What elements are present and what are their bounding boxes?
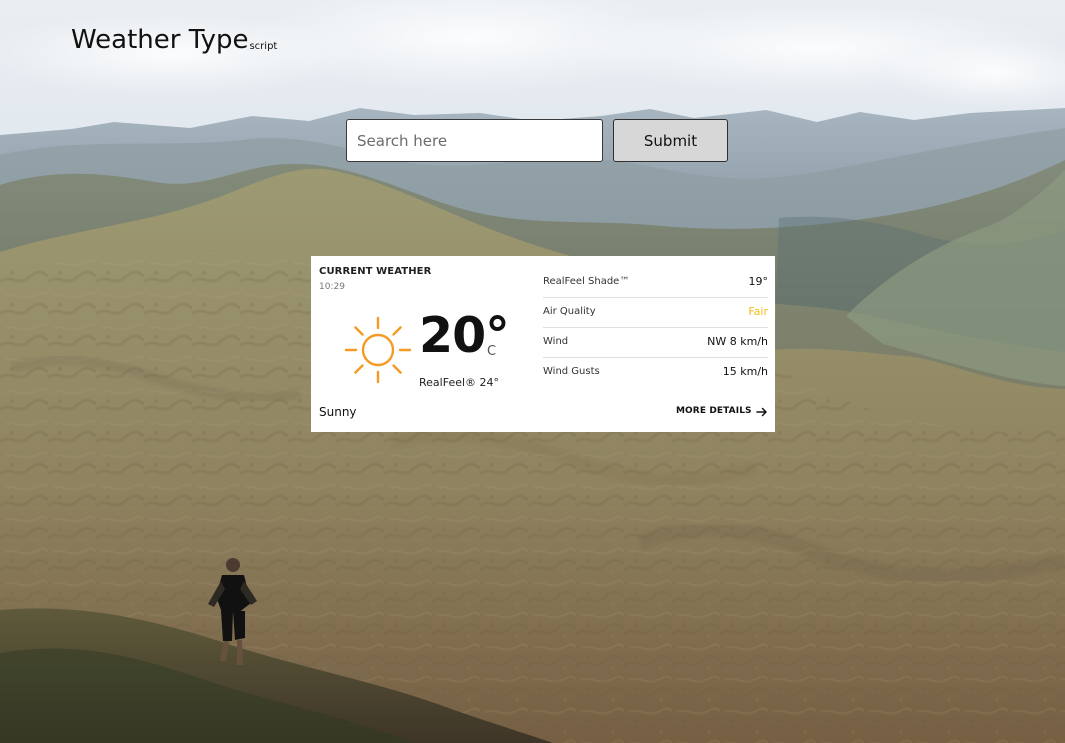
app-title-suffix: script — [249, 41, 278, 52]
detail-label: RealFeel Shade™ — [543, 276, 630, 287]
more-details-link[interactable]: MORE DETAILS — [676, 404, 768, 420]
detail-value: 15 km/h — [722, 365, 768, 378]
temperature-unit: C — [487, 344, 497, 359]
detail-row-realfeel-shade: RealFeel Shade™ 19° — [543, 268, 768, 298]
detail-label: Air Quality — [543, 306, 596, 317]
weather-condition: Sunny — [319, 405, 357, 419]
detail-row-air-quality: Air Quality Fair — [543, 298, 768, 328]
weather-time: 10:29 — [319, 282, 345, 292]
detail-value: NW 8 km/h — [707, 335, 768, 348]
sun-icon — [344, 316, 412, 384]
detail-row-wind: Wind NW 8 km/h — [543, 328, 768, 358]
weather-details-list: RealFeel Shade™ 19° Air Quality Fair Win… — [543, 268, 768, 388]
more-details-label: MORE DETAILS — [676, 406, 752, 416]
weather-page: Weather Typescript Submit CURRENT WEATHE… — [0, 0, 1065, 743]
air-quality-value: Fair — [748, 305, 768, 318]
current-weather-card: CURRENT WEATHER 10:29 20° C RealFeel® 24… — [311, 256, 775, 432]
current-weather-title: CURRENT WEATHER — [319, 266, 432, 277]
submit-button[interactable]: Submit — [613, 119, 728, 162]
realfeel-temperature: RealFeel® 24° — [419, 376, 500, 389]
arrow-right-icon — [756, 407, 767, 417]
app-title-text: Weather Type — [71, 25, 249, 55]
app-title: Weather Typescript — [71, 24, 277, 63]
search-bar: Submit — [346, 119, 728, 162]
detail-label: Wind — [543, 336, 569, 347]
detail-value: 19° — [748, 275, 769, 288]
detail-row-wind-gusts: Wind Gusts 15 km/h — [543, 358, 768, 388]
detail-label: Wind Gusts — [543, 366, 600, 377]
search-input[interactable] — [346, 119, 603, 162]
